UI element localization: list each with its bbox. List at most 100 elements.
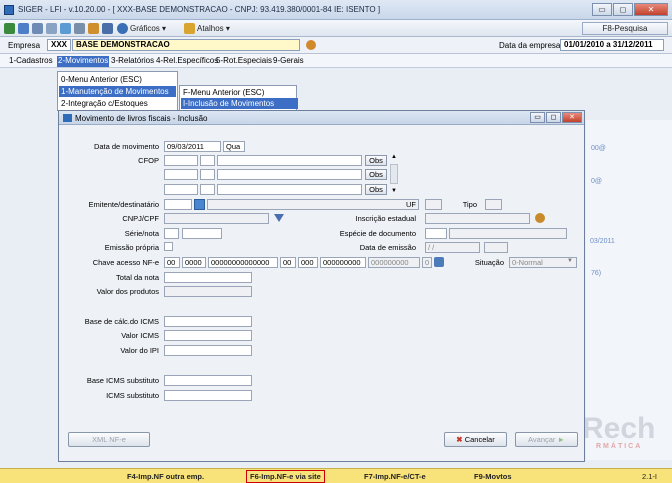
side-link[interactable]: 03/2011 — [590, 238, 615, 245]
chave-part[interactable]: 00000000000000 — [208, 257, 278, 268]
tipo-label: Tipo — [462, 200, 477, 209]
valor-ipi-input[interactable] — [164, 345, 252, 356]
xml-nfe-button[interactable]: XML NF-e — [68, 432, 150, 447]
chave-part[interactable]: 000 — [298, 257, 318, 268]
total-nota-input[interactable] — [164, 272, 252, 283]
chave-label: Chave acesso NF-e — [92, 258, 159, 267]
side-link[interactable]: 00@ — [591, 145, 606, 152]
chave-part[interactable]: 00 — [280, 257, 296, 268]
side-link[interactable]: 0@ — [591, 178, 602, 185]
emissao-propria-checkbox[interactable] — [164, 242, 173, 251]
f6-shortcut[interactable]: F6-Imp.NF-e via site — [246, 470, 325, 483]
cfop-input[interactable] — [164, 169, 198, 180]
cfop-scrollbar[interactable]: ▲ ▼ — [390, 154, 398, 198]
menu-anterior-item[interactable]: 0-Menu Anterior (ESC) — [59, 74, 176, 85]
cnpj-field — [164, 213, 269, 224]
validate-icon[interactable] — [274, 214, 284, 222]
icms-st-label: ICMS substituto — [106, 391, 159, 400]
ie-lookup-icon[interactable] — [535, 213, 545, 223]
submenu-anterior-item[interactable]: F-Menu Anterior (ESC) — [181, 87, 298, 98]
logo-watermark: Rech — [582, 412, 656, 445]
base-icms-st-input[interactable] — [164, 375, 252, 386]
search-icon[interactable] — [194, 199, 205, 210]
menu-rel-especificos[interactable]: 4-Rel.Específicos — [155, 56, 219, 67]
company-code: XXX — [47, 39, 71, 51]
chart-icon — [117, 23, 128, 34]
menu-rot-especiais[interactable]: 5-Rot.Especiais — [215, 56, 273, 67]
menu-relatorios[interactable]: 3-Relatórios — [110, 56, 155, 67]
inclusao-dialog: Movimento de livros fiscais - Inclusão ▭… — [58, 110, 585, 462]
cfop-aux-input[interactable] — [200, 169, 215, 180]
users-icon[interactable] — [88, 23, 99, 34]
background-panel: 00@ 0@ 03/2011 76) — [586, 120, 672, 460]
serie-input[interactable] — [164, 228, 179, 239]
cfop-aux-input[interactable] — [200, 155, 215, 166]
obs-button[interactable]: Obs — [365, 155, 387, 166]
chevron-down-icon[interactable]: ▼ — [567, 258, 573, 264]
refresh-icon[interactable] — [306, 40, 316, 50]
cfop-input[interactable] — [164, 184, 198, 195]
especie-description — [449, 228, 567, 239]
exit-icon[interactable] — [4, 23, 15, 34]
obs-button[interactable]: Obs — [365, 184, 387, 195]
obs-button[interactable]: Obs — [365, 169, 387, 180]
mail-icon[interactable] — [60, 23, 71, 34]
date-label: Data da empresa — [499, 41, 561, 50]
chave-part[interactable]: 00 — [164, 257, 180, 268]
next-label: Avançar — [528, 435, 556, 444]
graficos-menu[interactable]: Gráficos ▾ — [130, 24, 166, 33]
minimize-button[interactable]: ▭ — [592, 3, 612, 16]
scroll-thumb[interactable] — [390, 164, 398, 184]
manutencao-movimentos-item[interactable]: 1-Manutenção de Movimentos — [59, 86, 176, 97]
scroll-up-icon[interactable]: ▲ — [390, 154, 398, 160]
cfop-input[interactable] — [164, 155, 198, 166]
especie-input[interactable] — [425, 228, 447, 239]
window-title: SIGER - LFI - v.10.20.00 - [ XXX-BASE DE… — [18, 5, 381, 14]
arrow-right-icon: ► — [557, 435, 565, 444]
integracao-estoques-item[interactable]: 2-Integração c/Estoques — [59, 98, 176, 109]
grid-icon[interactable] — [18, 23, 29, 34]
print-icon[interactable] — [74, 23, 85, 34]
emitente-code-input[interactable] — [164, 199, 192, 210]
menu-cadastros[interactable]: 1-Cadastros — [8, 56, 54, 67]
icms-st-input[interactable] — [164, 390, 252, 401]
side-link[interactable]: 76) — [591, 270, 601, 277]
chave-part[interactable]: 0000 — [182, 257, 206, 268]
uf-field — [425, 199, 442, 210]
dialog-maximize-button[interactable]: ◻ — [546, 112, 561, 123]
valor-icms-input[interactable] — [164, 330, 252, 341]
base-icms-input[interactable] — [164, 316, 252, 327]
dialog-minimize-button[interactable]: ▭ — [530, 112, 545, 123]
data-emissao-input[interactable]: / / — [425, 242, 480, 253]
next-button[interactable]: Avançar ► — [515, 432, 578, 447]
menu-movimentos[interactable]: 2-Movimentos — [57, 56, 110, 67]
nota-input[interactable] — [182, 228, 222, 239]
cfop-aux-input[interactable] — [200, 184, 215, 195]
atalhos-menu[interactable]: Atalhos ▾ — [197, 24, 230, 33]
scroll-down-icon[interactable]: ▼ — [390, 188, 398, 194]
dialog-icon — [63, 114, 72, 122]
data-movimento-input[interactable]: 09/03/2011 — [164, 141, 221, 152]
menu-gerais[interactable]: 9-Gerais — [272, 56, 305, 67]
dialog-close-button[interactable]: ✕ — [562, 112, 582, 123]
uf-label: UF — [406, 200, 416, 209]
maximize-button[interactable]: ◻ — [613, 3, 633, 16]
window-titlebar: SIGER - LFI - v.10.20.00 - [ XXX-BASE DE… — [0, 0, 672, 20]
chave-part[interactable]: 000000000 — [320, 257, 366, 268]
nfe-lookup-icon[interactable] — [434, 257, 444, 267]
f9-shortcut[interactable]: F9-Movtos — [474, 472, 512, 481]
cfop-label: CFOP — [138, 156, 159, 165]
inclusao-movimentos-item[interactable]: I-Inclusão de Movimentos — [181, 98, 298, 109]
cnpj-label: CNPJ/CPF — [122, 214, 159, 223]
valor-produtos-label: Valor dos produtos — [96, 287, 159, 296]
document-icon[interactable] — [46, 23, 57, 34]
cancel-button[interactable]: ✖ Cancelar — [444, 432, 507, 447]
shortcut-icon — [184, 23, 195, 34]
f7-shortcut[interactable]: F7-Imp.NF-e/CT-e — [364, 472, 426, 481]
f8-search-button[interactable]: F8-Pesquisa — [582, 22, 668, 35]
close-button[interactable]: ✕ — [634, 3, 668, 16]
f4-shortcut[interactable]: F4-Imp.NF outra emp. — [127, 472, 204, 481]
info-icon[interactable] — [102, 23, 113, 34]
calendar-icon[interactable] — [32, 23, 43, 34]
cancel-label: Cancelar — [464, 435, 495, 444]
